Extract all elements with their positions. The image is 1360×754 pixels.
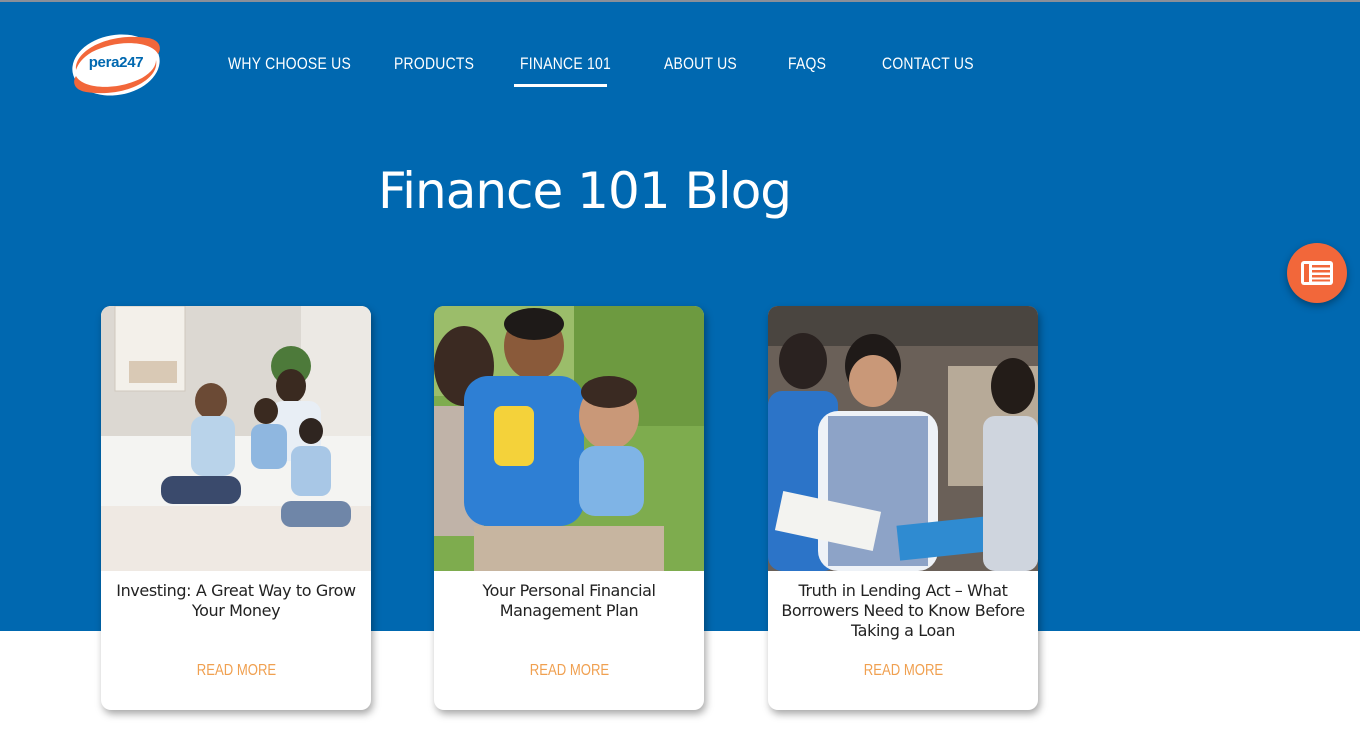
nav-item-about-us[interactable]: ABOUT US [664,54,737,74]
page-title: Finance 101 Blog [378,162,792,220]
nav-item-contact-us[interactable]: CONTACT US [882,54,974,74]
family-park-image [434,306,704,571]
card-title[interactable]: Your Personal Financial Management Plan [446,581,692,621]
floating-news-button[interactable] [1287,243,1347,303]
logo-text: pera247 [88,54,144,71]
card-title[interactable]: Investing: A Great Way to Grow Your Mone… [113,581,359,621]
read-more-link[interactable]: READ MORE [101,662,371,680]
family-living-room-image [101,306,371,571]
blog-card-truth-in-lending[interactable]: Truth in Lending Act – What Borrowers Ne… [768,306,1038,710]
read-more-link[interactable]: READ MORE [768,662,1038,680]
nav-active-indicator [514,84,607,87]
logo[interactable]: pera247 [70,30,164,100]
nav-item-why-choose-us[interactable]: WHY CHOOSE US [228,54,351,74]
read-more-link[interactable]: READ MORE [434,662,704,680]
nav-item-finance-101[interactable]: FINANCE 101 [520,54,611,74]
newspaper-icon [1301,261,1333,285]
nav-item-products[interactable]: PRODUCTS [394,54,474,74]
couple-with-advisor-image [768,306,1038,571]
nav-item-faqs[interactable]: FAQS [788,54,826,74]
blog-card-investing[interactable]: Investing: A Great Way to Grow Your Mone… [101,306,371,710]
blog-card-financial-plan[interactable]: Your Personal Financial Management Plan … [434,306,704,710]
card-title[interactable]: Truth in Lending Act – What Borrowers Ne… [780,581,1026,641]
